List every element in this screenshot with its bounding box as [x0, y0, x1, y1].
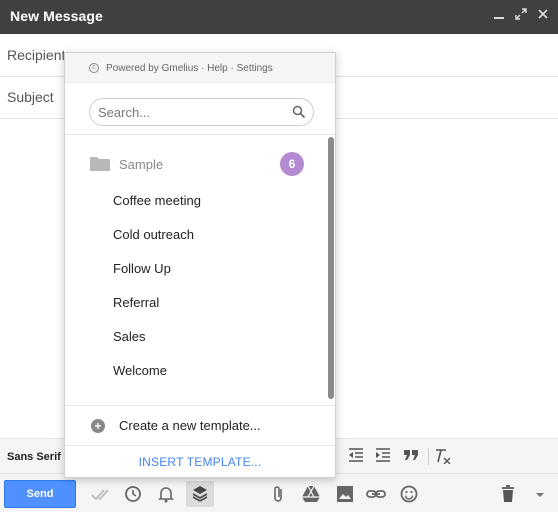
powered-by-bar: c Powered by Gmelius · Help · Settings [65, 53, 335, 83]
double-check-icon[interactable] [90, 483, 112, 505]
template-list-scrollbar[interactable] [328, 137, 334, 399]
template-search-input[interactable] [98, 102, 288, 122]
list-divider [65, 405, 335, 406]
folder-name: Sample [119, 157, 164, 172]
link-icon[interactable] [365, 483, 387, 505]
plus-icon: + [91, 419, 105, 433]
trash-icon[interactable] [497, 483, 519, 505]
indent-more-icon[interactable] [373, 448, 393, 466]
template-item[interactable]: Sales [113, 329, 146, 349]
minimize-icon[interactable] [490, 7, 508, 25]
compose-bottom-bar: Send [0, 474, 558, 512]
search-divider [65, 134, 335, 135]
remove-formatting-icon[interactable] [433, 448, 453, 466]
emoji-icon[interactable] [398, 483, 420, 505]
footer-divider [65, 445, 335, 446]
template-item[interactable]: Welcome [113, 363, 167, 383]
bell-icon[interactable] [155, 483, 177, 505]
folder-sample[interactable]: Sample 6 [89, 152, 309, 176]
template-picker-popup: c Powered by Gmelius · Help · Settings S… [64, 52, 336, 478]
folder-icon [90, 156, 110, 172]
image-icon[interactable] [334, 483, 356, 505]
template-item[interactable]: Follow Up [113, 261, 171, 281]
template-item[interactable]: Cold outreach [113, 227, 194, 247]
subject-label: Subject [7, 89, 54, 105]
folder-count-badge: 6 [280, 152, 304, 176]
drive-icon[interactable] [300, 483, 322, 505]
compose-titlebar: New Message [0, 0, 558, 34]
quote-icon[interactable] [401, 448, 421, 466]
close-icon[interactable] [534, 7, 552, 25]
create-template-label: Create a new template... [119, 418, 261, 433]
toolbar-divider [428, 449, 429, 465]
window-title: New Message [10, 8, 103, 24]
search-icon [292, 105, 306, 119]
indent-less-icon[interactable] [346, 448, 366, 466]
more-options-icon[interactable] [531, 483, 553, 505]
insert-template-button[interactable]: INSERT TEMPLATE... [65, 455, 335, 469]
expand-icon[interactable] [512, 7, 530, 25]
send-button[interactable]: Send [4, 480, 76, 508]
template-search[interactable] [89, 98, 314, 126]
powered-by-text[interactable]: Powered by Gmelius · Help · Settings [106, 63, 273, 74]
layers-icon[interactable] [186, 481, 214, 507]
template-item[interactable]: Referral [113, 295, 159, 315]
copyright-icon: c [89, 63, 99, 73]
attach-icon[interactable] [268, 483, 290, 505]
create-template-button[interactable]: + Create a new template... [89, 415, 329, 437]
clock-icon[interactable] [122, 483, 144, 505]
recipients-label: Recipients [7, 47, 73, 63]
template-item[interactable]: Coffee meeting [113, 193, 201, 213]
font-family-select[interactable]: Sans Serif [7, 451, 61, 463]
